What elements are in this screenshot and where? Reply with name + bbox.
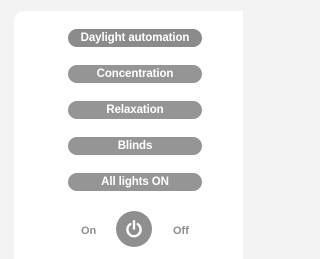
blinds-button[interactable]: Blinds xyxy=(68,137,202,155)
on-label: On xyxy=(81,225,97,237)
daylight-automation-button[interactable]: Daylight automation xyxy=(68,29,202,47)
relaxation-button[interactable]: Relaxation xyxy=(68,101,202,119)
off-label: Off xyxy=(173,225,189,237)
all-lights-on-button[interactable]: All lights ON xyxy=(68,173,202,191)
power-toggle-button[interactable] xyxy=(116,211,152,247)
power-icon xyxy=(126,220,142,238)
concentration-button[interactable]: Concentration xyxy=(68,65,202,83)
